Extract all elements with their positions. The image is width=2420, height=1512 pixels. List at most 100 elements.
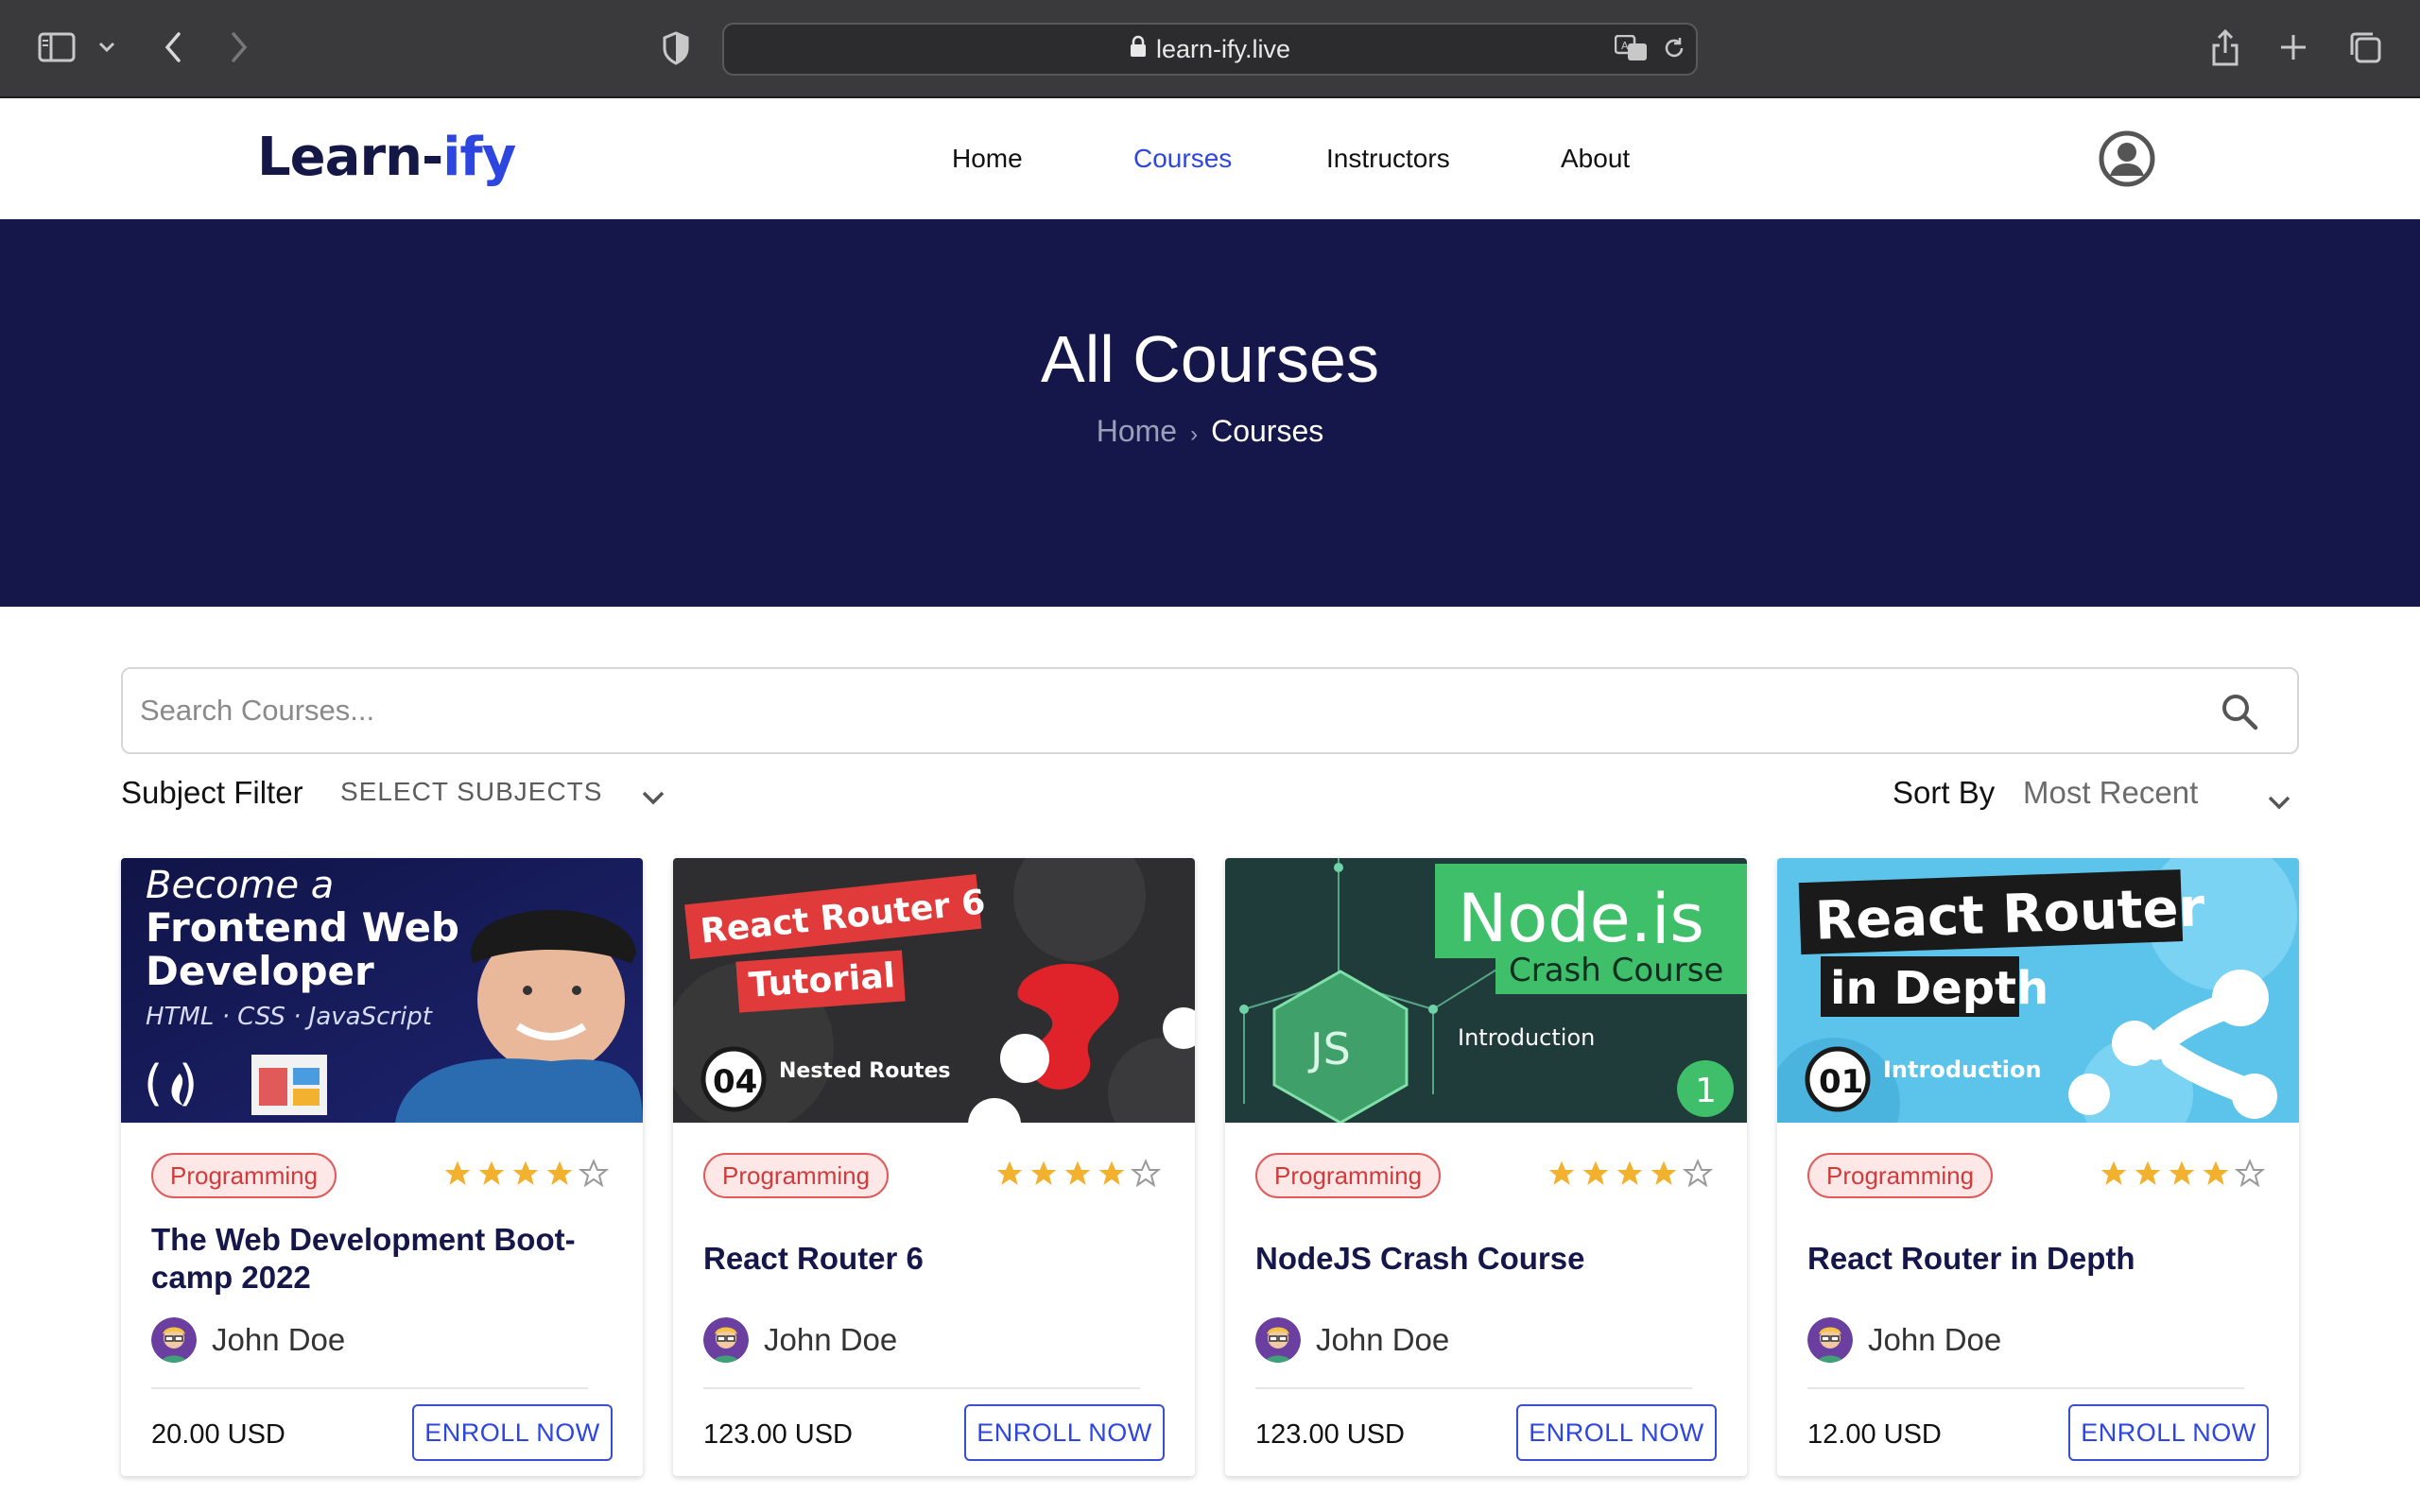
star-empty-icon <box>2235 1159 2265 1188</box>
thumb-text: Introduction <box>1883 1057 2042 1083</box>
author-avatar <box>703 1317 749 1363</box>
star-filled-icon <box>1098 1160 1125 1185</box>
author-avatar <box>151 1317 197 1363</box>
enroll-now-button[interactable]: ENROLL NOW <box>2068 1404 2269 1461</box>
course-card[interactable]: JS Node.js Crash Course Introduction 1 P… <box>1225 858 1747 1476</box>
subject-filter-select[interactable]: SELECT SUBJECTS <box>340 777 666 815</box>
nav-courses[interactable]: Courses <box>1133 144 1232 174</box>
category-tag[interactable]: Programming <box>1807 1153 1994 1198</box>
enroll-now-button[interactable]: ENROLL NOW <box>1516 1404 1717 1461</box>
star-filled-icon <box>2203 1160 2229 1185</box>
star-filled-icon <box>1030 1160 1057 1185</box>
sort-by-label: Sort By <box>1893 775 1996 810</box>
course-thumbnail[interactable]: JS Node.js Crash Course Introduction 1 <box>1225 858 1747 1123</box>
course-title[interactable]: React Router 6 <box>703 1240 1157 1278</box>
thumb-text: Introduction <box>1458 1024 1595 1051</box>
star-filled-icon <box>1616 1160 1643 1185</box>
star-rating <box>2099 1159 2265 1193</box>
course-card[interactable]: React Router 6 Tutorial 04 Nested Routes… <box>673 858 1195 1476</box>
address-bar[interactable]: learn-ify.live <box>722 23 1698 76</box>
user-account-icon[interactable] <box>2099 130 2155 187</box>
card-divider <box>703 1387 1140 1389</box>
category-tag[interactable]: Programming <box>1255 1153 1442 1198</box>
course-title[interactable]: The Web Development Boot-camp 2022 <box>151 1221 605 1297</box>
star-filled-icon <box>1548 1160 1575 1185</box>
course-price: 123.00 USD <box>1255 1419 1405 1450</box>
author-avatar <box>1255 1317 1301 1363</box>
star-filled-icon <box>1064 1160 1091 1185</box>
nav-about[interactable]: About <box>1561 144 1630 174</box>
course-price: 20.00 USD <box>151 1419 285 1450</box>
card-divider <box>151 1387 588 1389</box>
star-filled-icon <box>2169 1160 2195 1185</box>
breadcrumb-separator: › <box>1190 421 1199 447</box>
thumb-text: Become a <box>146 864 334 907</box>
reload-icon[interactable] <box>1660 34 1688 62</box>
star-filled-icon <box>996 1160 1023 1185</box>
chevron-down-icon <box>2267 782 2291 818</box>
sidebar-toggle-icon[interactable] <box>38 32 76 62</box>
star-filled-icon <box>2100 1160 2127 1185</box>
breadcrumb-home[interactable]: Home <box>1097 414 1177 448</box>
star-rating <box>994 1159 1161 1193</box>
course-thumbnail[interactable]: Become a Frontend Web Developer HTML · C… <box>121 858 643 1123</box>
course-title[interactable]: React Router in Depth <box>1807 1240 2261 1278</box>
logo-accent: ify <box>442 127 516 188</box>
forward-arrow-icon[interactable] <box>225 30 253 64</box>
star-filled-icon <box>478 1160 505 1185</box>
enroll-now-button[interactable]: ENROLL NOW <box>964 1404 1165 1461</box>
star-empty-icon <box>579 1159 609 1188</box>
course-card[interactable]: React Router in Depth 01 Introduction Pr… <box>1777 858 2299 1476</box>
course-title[interactable]: NodeJS Crash Course <box>1255 1240 1709 1278</box>
category-tag[interactable]: Programming <box>151 1153 337 1198</box>
back-arrow-icon[interactable] <box>159 30 187 64</box>
privacy-shield-icon[interactable] <box>660 30 692 66</box>
card-divider <box>1807 1387 2244 1389</box>
nav-instructors[interactable]: Instructors <box>1326 144 1450 174</box>
enroll-now-button[interactable]: ENROLL NOW <box>412 1404 613 1461</box>
course-author: John Doe <box>703 1317 897 1363</box>
nav-home[interactable]: Home <box>952 144 1023 174</box>
subject-filter-label: Subject Filter <box>121 775 303 810</box>
site-logo[interactable]: Learn-ify <box>257 127 516 188</box>
thumb-text: 04 <box>713 1063 757 1101</box>
star-filled-icon <box>512 1160 539 1185</box>
star-empty-icon <box>1683 1159 1713 1188</box>
course-author: John Doe <box>1255 1317 1449 1363</box>
star-empty-icon <box>1131 1159 1161 1188</box>
search-input[interactable] <box>140 682 2220 739</box>
category-tag[interactable]: Programming <box>703 1153 890 1198</box>
star-filled-icon <box>1651 1160 1677 1185</box>
svg-text:( ): ( ) <box>144 1056 198 1112</box>
thumb-text: Nested Routes <box>779 1059 951 1083</box>
thumb-text: HTML · CSS · JavaScript <box>146 1003 433 1031</box>
author-name: John Doe <box>1316 1322 1450 1357</box>
translate-icon[interactable]: A <box>1615 34 1649 62</box>
author-avatar <box>1807 1317 1853 1363</box>
site-header: Learn-ify Home Courses Instructors About <box>0 98 2420 219</box>
course-price: 12.00 USD <box>1807 1419 1942 1450</box>
sort-by-select[interactable]: Most Recent <box>2023 775 2291 813</box>
thumb-text: 01 <box>1819 1063 1863 1101</box>
search-box <box>121 667 2299 754</box>
new-tab-icon[interactable] <box>2276 30 2310 64</box>
thumb-text: Crash Course <box>1509 952 1723 989</box>
author-name: John Doe <box>764 1322 898 1357</box>
course-price: 123.00 USD <box>703 1419 853 1450</box>
course-card[interactable]: Become a Frontend Web Developer HTML · C… <box>121 858 643 1476</box>
thumb-text: Frontend Web <box>146 904 459 951</box>
sort-by-value: Most Recent <box>2023 775 2199 810</box>
logo-main: Learn- <box>257 127 443 188</box>
course-thumbnail[interactable]: React Router in Depth 01 Introduction <box>1777 858 2299 1123</box>
share-icon[interactable] <box>2206 26 2244 68</box>
page-hero: All Courses Home › Courses <box>0 219 2420 607</box>
tab-overview-icon[interactable] <box>2346 28 2384 66</box>
breadcrumb: Home › Courses <box>0 414 2420 449</box>
url-text: learn-ify.live <box>1155 34 1291 63</box>
thumb-text: Developer <box>146 948 374 994</box>
course-thumbnail[interactable]: React Router 6 Tutorial 04 Nested Routes <box>673 858 1195 1123</box>
thumb-text: in Depth <box>1830 962 2048 1015</box>
search-icon[interactable] <box>2220 692 2259 731</box>
chevron-down-icon[interactable] <box>96 38 117 57</box>
author-name: John Doe <box>212 1322 346 1357</box>
